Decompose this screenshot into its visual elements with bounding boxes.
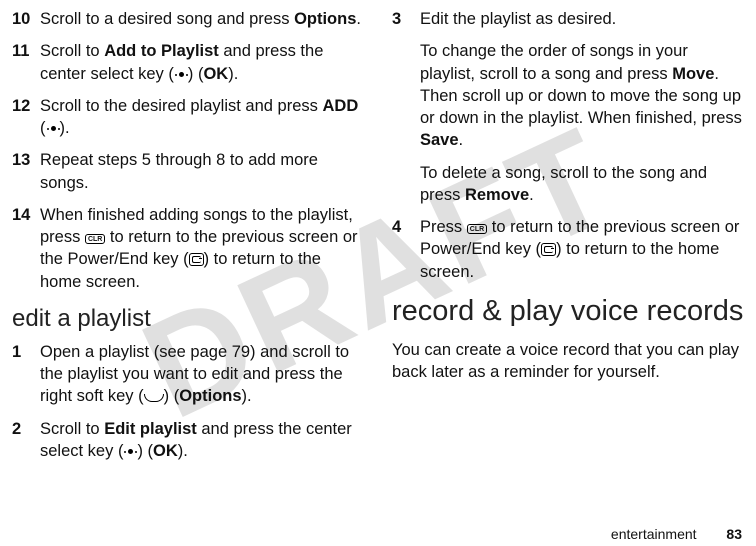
text-run: Scroll to a desired song and press [40,10,294,28]
center-select-key-icon [174,70,188,80]
clr-key-icon: CLR [467,224,487,234]
text-run: Repeat steps 5 through 8 to add more son… [40,151,318,191]
step-number: 11 [12,40,40,85]
steps-group-a: 10Scroll to a desired song and press Opt… [12,8,364,293]
numbered-step: 14When finished adding songs to the play… [12,204,364,293]
text-run: ) ( [137,442,153,460]
text-run: Edit the playlist as desired. [420,10,616,28]
step-number: 10 [12,8,40,30]
text-run: . [529,186,534,204]
record-voice-heading: record & play voice records [392,293,744,329]
text-run: Scroll to [40,42,104,60]
numbered-step: 10Scroll to a desired song and press Opt… [12,8,364,30]
power-end-key-icon [189,253,204,266]
numbered-step: 3Edit the playlist as desired. [392,8,744,30]
text-run: Press [420,218,467,236]
page-content: 10Scroll to a desired song and press Opt… [0,0,756,520]
step-text: Edit the playlist as desired. [420,8,744,30]
left-column: 10Scroll to a desired song and press Opt… [12,8,378,520]
step-text: Scroll to a desired song and press Optio… [40,8,364,30]
text-run: Scroll to [40,420,104,438]
numbered-step: 4Press CLR to return to the previous scr… [392,216,744,283]
text-run: . [459,131,464,149]
step-text: Repeat steps 5 through 8 to add more son… [40,149,364,194]
text-run: ). [228,65,238,83]
text-run: ) ( [188,65,204,83]
numbered-step: 1Open a playlist (see page 79) and scrol… [12,341,364,408]
step-text: When finished adding songs to the playli… [40,204,364,293]
edit-playlist-heading: edit a playlist [12,305,364,333]
text-run: ). [178,442,188,460]
text-run: . [356,10,361,28]
numbered-step: 2Scroll to Edit playlist and press the c… [12,418,364,463]
step-text: Scroll to Add to Playlist and press the … [40,40,364,85]
step-number: 12 [12,95,40,140]
step-number: 14 [12,204,40,293]
text-run: To delete a song, scroll to the song and… [420,164,707,204]
steps-group-d: 4Press CLR to return to the previous scr… [392,216,744,283]
text-run: ). [60,119,70,137]
footer-page-number: 83 [726,526,742,542]
page-footer: entertainment 83 [611,526,742,542]
text-run: To change the order of songs in your pla… [420,42,688,82]
step-number: 1 [12,341,40,408]
step-text: Open a playlist (see page 79) and scroll… [40,341,364,408]
ui-label: ADD [322,97,358,115]
step-text: Scroll to Edit playlist and press the ce… [40,418,364,463]
text-run: ). [242,387,252,405]
step-number: 13 [12,149,40,194]
steps-group-b: 1Open a playlist (see page 79) and scrol… [12,341,364,462]
paragraph-delete: To delete a song, scroll to the song and… [420,162,744,207]
ui-label: Options [179,387,241,405]
right-soft-key-icon [144,392,164,402]
text-run: ) ( [164,387,180,405]
ui-label: OK [153,442,178,460]
step-text: Scroll to the desired playlist and press… [40,95,364,140]
ui-label: Edit playlist [104,420,197,438]
ui-label: Options [294,10,356,28]
step-number: 2 [12,418,40,463]
numbered-step: 13Repeat steps 5 through 8 to add more s… [12,149,364,194]
step-number: 4 [392,216,420,283]
paragraph-reorder: To change the order of songs in your pla… [420,40,744,151]
center-select-key-icon [123,447,137,457]
clr-key-icon: CLR [85,234,105,244]
numbered-step: 12Scroll to the desired playlist and pre… [12,95,364,140]
ui-label: Move [672,65,714,83]
footer-section: entertainment [611,526,697,542]
step-number: 3 [392,8,420,30]
ui-label: OK [203,65,228,83]
steps-group-c: 3Edit the playlist as desired. [392,8,744,30]
power-end-key-icon [541,243,556,256]
center-select-key-icon [46,124,60,134]
step-text: Press CLR to return to the previous scre… [420,216,744,283]
ui-label: Add to Playlist [104,42,219,60]
ui-label: Remove [465,186,529,204]
numbered-step: 11Scroll to Add to Playlist and press th… [12,40,364,85]
record-voice-body: You can create a voice record that you c… [392,339,744,384]
right-column: 3Edit the playlist as desired. To change… [378,8,744,520]
ui-label: Save [420,131,459,149]
text-run: Scroll to the desired playlist and press [40,97,322,115]
